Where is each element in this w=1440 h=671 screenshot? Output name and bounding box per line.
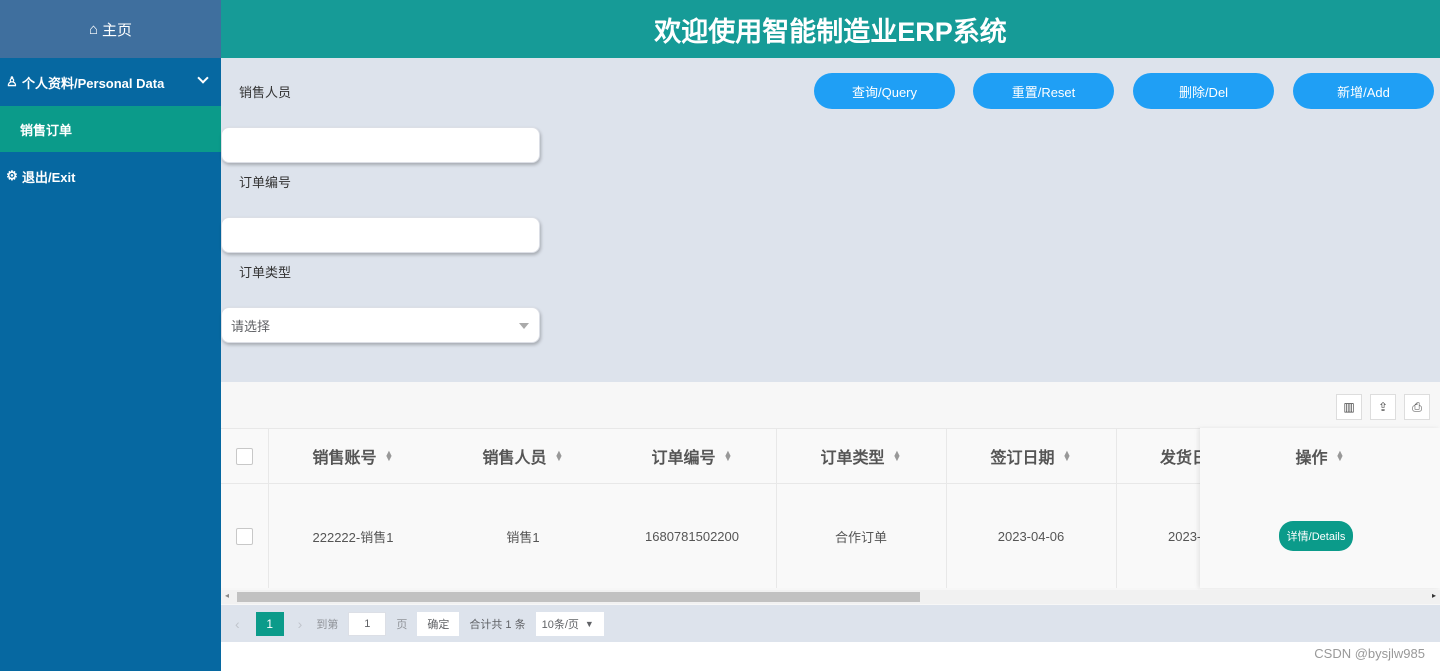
sort-icon: ▲ ▼ [892,448,902,463]
export-icon[interactable]: ⇪ [1370,394,1396,420]
goto-prefix: 到第 [316,618,339,631]
pagination: ‹ 1 › 到第 1 页 确定 合计共 1 条 10条/页 ▼ [221,605,1440,642]
user-icon: ♙ [6,74,18,89]
sales-person-label: 销售人员 [239,85,292,100]
order-type-placeholder: 请选择 [231,318,271,334]
select-all-checkbox[interactable] [236,447,253,465]
columns-icon[interactable]: ▥ [1336,394,1362,420]
sidebar-home[interactable]: ⌂ 主页 [0,0,221,58]
header: 欢迎使用智能制造业ERP系统 [221,0,1440,58]
sort-icon: ▲ ▼ [1335,448,1345,463]
table-toolbar: ▥ ⇪ ⎙ [1336,394,1430,420]
horizontal-scrollbar[interactable]: ◂ ▸ [221,590,1440,604]
sidebar-item-exit[interactable]: ⚙ 退出/Exit [0,152,221,200]
goto-page-input[interactable]: 1 [348,611,387,636]
details-button[interactable]: 详情/Details [1278,521,1354,551]
total-count: 合计共 1 条 [469,618,526,631]
page-number-current[interactable]: 1 [255,611,284,636]
print-icon[interactable]: ⎙ [1404,394,1430,420]
cell-date: 2023-04-06 [997,528,1065,544]
cell-account: 222222-销售1 [312,529,394,545]
chevron-down-icon: ▼ [584,618,594,629]
sidebar-home-label: 主页 [102,21,133,39]
sidebar-item-label: 个人资料/Personal Data [22,75,165,91]
prev-page-icon[interactable]: ‹ [235,616,240,632]
home-icon: ⌂ [88,20,99,38]
exit-icon: ⚙ [6,168,18,183]
footer: CSDN @bysjlw985 [221,642,1440,671]
sidebar: ⌂ 主页 ♙ 个人资料/Personal Data 销售订单 ⚙ 退出/Exit [0,0,221,671]
row-checkbox[interactable] [236,527,253,545]
next-page-icon[interactable]: › [298,616,303,632]
column-header[interactable]: 销售账号 ▲ ▼ [268,429,438,483]
scroll-right-icon[interactable]: ▸ [1432,591,1436,600]
chevron-down-icon [519,323,529,329]
action-column: 操作 ▲ ▼ 详情/Details [1200,428,1440,588]
order-type-select[interactable]: 请选择 [221,307,540,343]
search-panel: 销售人员 订单编号 订单类型 请选择 查询/Query 重置/Reset 删除/… [221,58,1440,382]
sidebar-item-label: 退出/Exit [22,169,76,185]
column-header[interactable]: 订单类型 ▲ ▼ [776,429,946,483]
order-no-label: 订单编号 [239,175,292,190]
watermark: CSDN @bysjlw985 [1314,646,1425,661]
column-header[interactable]: 订单编号 ▲ ▼ [608,429,776,483]
reset-button[interactable]: 重置/Reset [973,73,1114,109]
column-header[interactable]: 销售人员 ▲ ▼ [438,429,608,483]
sidebar-item-label: 销售订单 [20,122,73,138]
sort-icon: ▲ ▼ [384,448,394,463]
scrollbar-thumb[interactable] [237,592,920,602]
goto-suffix: 页 [396,618,408,631]
chevron-down-icon [197,72,209,84]
order-type-label: 订单类型 [239,265,292,280]
sort-icon: ▲ ▼ [1062,448,1072,463]
page-title: 欢迎使用智能制造业ERP系统 [654,16,1007,47]
scroll-left-icon[interactable]: ◂ [225,591,229,600]
sidebar-item-personal-data[interactable]: ♙ 个人资料/Personal Data [0,58,221,106]
page-size-select[interactable]: 10条/页 ▼ [535,611,604,636]
sales-person-input[interactable] [221,127,540,163]
data-table: ▥ ⇪ ⎙ 销售账号 ▲ ▼ 销售人员 ▲ ▼ 订单编号 ▲ ▼ 订单类型 ▲ ▼ 签订日期 ▲ ▼… [221,382,1440,605]
sort-icon: ▲ ▼ [723,448,733,463]
cell-type: 合作订单 [834,529,887,545]
cell-order-no: 1680781502200 [645,528,739,544]
add-button[interactable]: 新增/Add [1293,73,1434,109]
delete-button[interactable]: 删除/Del [1133,73,1274,109]
column-header[interactable]: 签订日期 ▲ ▼ [946,429,1116,483]
sort-icon: ▲ ▼ [554,448,564,463]
sidebar-item-sales-order[interactable]: 销售订单 [0,106,221,152]
query-button[interactable]: 查询/Query [814,73,955,109]
cell-person: 销售1 [506,529,540,545]
order-no-input[interactable] [221,217,540,253]
column-header[interactable]: 操作 ▲ ▼ [1200,428,1440,484]
confirm-button[interactable]: 确定 [417,611,460,636]
